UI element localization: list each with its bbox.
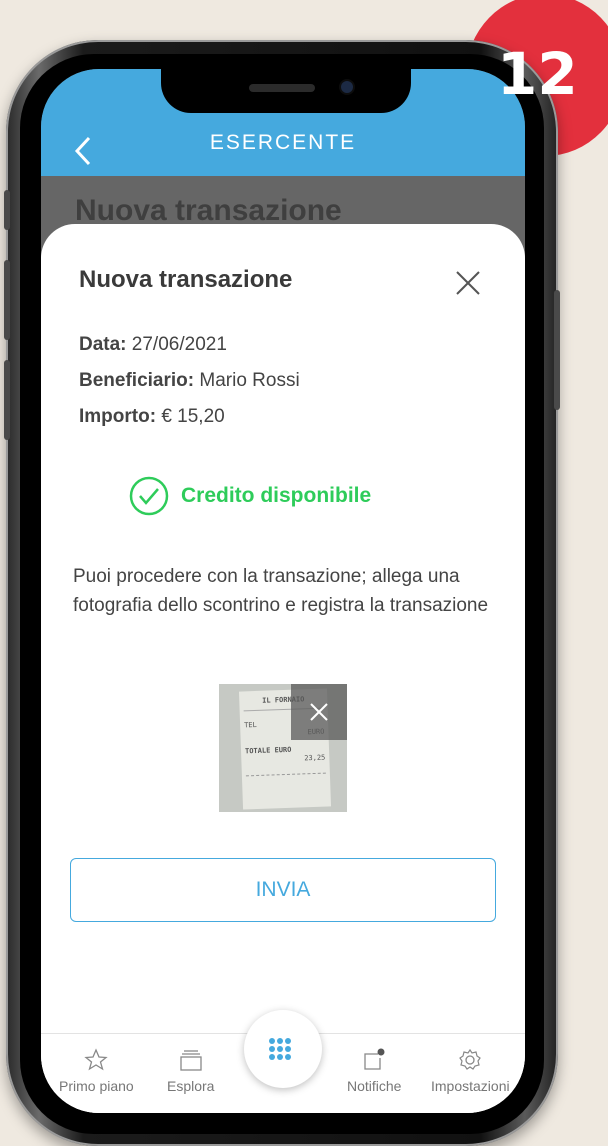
date-row: Data: 27/06/2021 xyxy=(79,334,227,356)
mute-switch xyxy=(4,190,10,230)
tab-primo-piano[interactable]: Primo piano xyxy=(59,1048,134,1094)
step-badge-number: 12 xyxy=(497,40,578,108)
send-button[interactable]: INVIA xyxy=(70,858,496,922)
date-label: Data: xyxy=(79,334,127,355)
transaction-modal: Nuova transazione Data: 27/06/2021 Benef… xyxy=(41,224,525,1113)
beneficiary-label: Beneficiario: xyxy=(79,370,195,391)
notification-icon xyxy=(364,1048,385,1070)
speaker xyxy=(249,84,315,92)
tab-bar: Primo piano Esplora Notifiche Impostazio… xyxy=(41,1010,525,1113)
star-icon xyxy=(84,1048,109,1071)
page-title: ESERCENTE xyxy=(209,131,357,154)
background-title: Nuova transazione xyxy=(75,194,342,227)
front-camera xyxy=(341,81,353,93)
beneficiary-row: Beneficiario: Mario Rossi xyxy=(79,370,300,392)
instructions-text: Puoi procedere con la transazione; alleg… xyxy=(73,566,489,616)
tab-label: Primo piano xyxy=(59,1078,134,1094)
notch xyxy=(161,69,411,113)
amount-row: Importo: € 15,20 xyxy=(79,406,225,428)
remove-photo-button[interactable] xyxy=(291,684,347,740)
power-button xyxy=(554,290,560,410)
close-button[interactable] xyxy=(451,266,485,300)
volume-down-button xyxy=(4,360,10,440)
close-icon xyxy=(456,271,480,295)
modal-title: Nuova transazione xyxy=(79,266,293,293)
check-circle-icon xyxy=(129,476,169,516)
grid-icon xyxy=(269,1038,291,1060)
close-icon xyxy=(310,703,328,721)
volume-up-button xyxy=(4,260,10,340)
date-value: 27/06/2021 xyxy=(131,334,227,355)
receipt-thumbnail[interactable]: IL FORNAIO TEL EURO TOTALE EURO 23,25 xyxy=(219,684,347,812)
amount-label: Importo: xyxy=(79,406,157,427)
tab-impostazioni[interactable]: Impostazioni xyxy=(431,1048,510,1094)
gear-icon xyxy=(459,1048,482,1070)
receipt-line xyxy=(245,768,326,777)
beneficiary-value: Mario Rossi xyxy=(199,370,300,391)
tab-label: Notifiche xyxy=(347,1078,402,1094)
credit-status: Credito disponibile xyxy=(129,476,371,516)
tab-label: Impostazioni xyxy=(431,1078,510,1094)
credit-status-text: Credito disponibile xyxy=(181,484,372,507)
amount-value: € 15,20 xyxy=(161,406,225,427)
layers-icon xyxy=(180,1050,202,1071)
app-screen: ESERCENTE Nuova transazione Nuova transa… xyxy=(41,69,525,1113)
tab-notifiche[interactable]: Notifiche xyxy=(347,1048,401,1094)
tab-menu-button[interactable] xyxy=(244,1010,322,1088)
tab-label: Esplora xyxy=(167,1078,215,1094)
tab-esplora[interactable]: Esplora xyxy=(167,1048,214,1094)
